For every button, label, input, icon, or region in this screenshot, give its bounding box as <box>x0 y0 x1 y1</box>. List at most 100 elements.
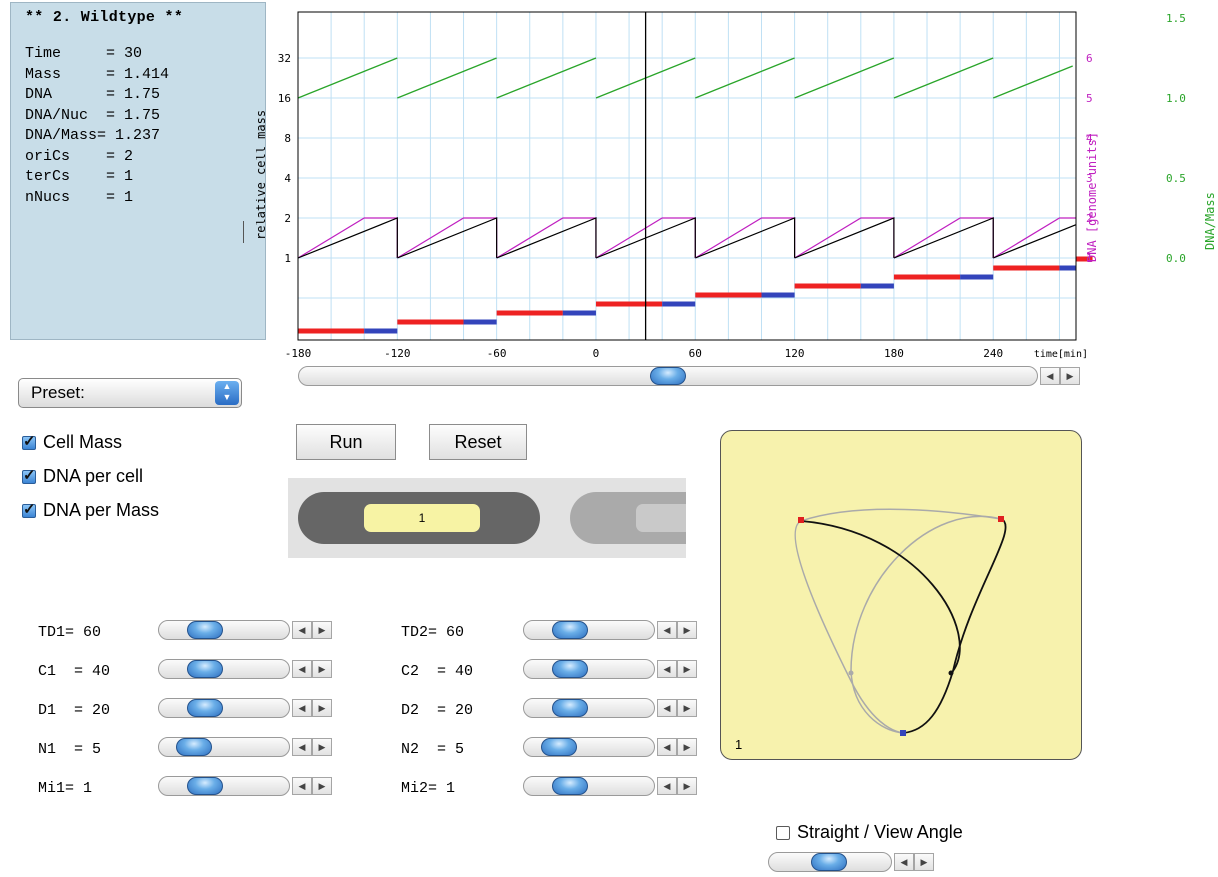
param-c1-slider-thumb[interactable] <box>187 660 223 678</box>
slider-right-arrow-icon[interactable]: ▶ <box>312 699 332 717</box>
time-slider-thumb[interactable] <box>650 367 686 385</box>
checkbox-label: Cell Mass <box>43 432 123 452</box>
slider-left-arrow-icon[interactable]: ◀ <box>1040 367 1060 385</box>
x-tick-label: -180 <box>285 347 312 360</box>
y-left-tick-label: 32 <box>278 52 291 65</box>
param-d2-slider-track[interactable] <box>523 698 655 718</box>
time-chart: -180 -120 -60 0 60 120 180 240 time[min] 1 2 4 8 16 32… <box>256 11 1217 360</box>
param-td2-slider-track[interactable] <box>523 620 655 640</box>
checkbox-checked-icon[interactable] <box>22 466 36 484</box>
slider-left-arrow-icon[interactable]: ◀ <box>292 699 312 717</box>
param-td2-slider-thumb[interactable] <box>552 621 588 639</box>
y-left-tick-label: 1 <box>284 252 291 265</box>
slider-left-arrow-icon[interactable]: ◀ <box>292 621 312 639</box>
param-c2-slider-thumb[interactable] <box>552 660 588 678</box>
x-tick-label: 0 <box>593 347 600 360</box>
view-angle-slider-thumb[interactable] <box>810 853 847 871</box>
param-d2-slider-thumb[interactable] <box>552 699 588 717</box>
slider-left-arrow-icon[interactable]: ◀ <box>292 777 312 795</box>
checkbox-label: Straight / View Angle <box>797 822 963 842</box>
param-mi1-slider[interactable]: ◀ ▶ <box>158 774 336 798</box>
param-n1-slider-thumb[interactable] <box>175 738 212 756</box>
replication-fork <box>948 670 954 676</box>
checkbox-dna-per-mass[interactable]: DNA per Mass <box>22 500 159 521</box>
param-d1-slider-track[interactable] <box>158 698 290 718</box>
slider-left-arrow-icon[interactable]: ◀ <box>657 699 677 717</box>
param-c1-slider[interactable]: ◀ ▶ <box>158 657 336 681</box>
checkbox-checked-icon[interactable] <box>22 432 36 450</box>
param-mi1-slider-track[interactable] <box>158 776 290 796</box>
checkbox-cell-mass[interactable]: Cell Mass <box>22 432 122 453</box>
checkbox-straight[interactable]: Straight / View Angle <box>776 822 963 843</box>
param-n2-slider-thumb[interactable] <box>540 738 577 756</box>
slider-left-arrow-icon[interactable]: ◀ <box>894 853 914 871</box>
slider-right-arrow-icon[interactable]: ▶ <box>1060 367 1080 385</box>
slider-right-arrow-icon[interactable]: ▶ <box>312 660 332 678</box>
param-td1-slider-track[interactable] <box>158 620 290 640</box>
slider-right-arrow-icon[interactable]: ▶ <box>312 738 332 756</box>
slider-left-arrow-icon[interactable]: ◀ <box>657 660 677 678</box>
chromosome-diagram <box>794 508 1007 736</box>
info-row: terCs = 1 <box>25 168 134 185</box>
info-row: nNucs = 1 <box>25 188 134 206</box>
y-right-tick-label: 5 <box>1086 92 1093 105</box>
slider-right-arrow-icon[interactable]: ▶ <box>677 738 697 756</box>
param-n2-slider[interactable]: ◀ ▶ <box>523 735 701 759</box>
y-right-axis-label: DNA [genome units] <box>1085 132 1099 262</box>
x-tick-label: -120 <box>384 347 411 360</box>
run-button[interactable]: Run <box>296 424 396 460</box>
x-tick-label: 180 <box>884 347 904 360</box>
nucleoid-next <box>636 504 686 532</box>
checkbox-checked-icon[interactable] <box>22 500 36 518</box>
param-n1-slider[interactable]: ◀ ▶ <box>158 735 336 759</box>
param-c1-slider-track[interactable] <box>158 659 290 679</box>
param-c2-slider-track[interactable] <box>523 659 655 679</box>
param-td1-label: TD1= 60 <box>38 624 102 641</box>
time-slider[interactable]: ◀ ▶ <box>298 364 1084 388</box>
param-mi2-slider-track[interactable] <box>523 776 655 796</box>
slider-right-arrow-icon[interactable]: ▶ <box>677 660 697 678</box>
slider-left-arrow-icon[interactable]: ◀ <box>292 738 312 756</box>
slider-left-arrow-icon[interactable]: ◀ <box>292 660 312 678</box>
nucleoid: 1 <box>364 504 480 532</box>
view-angle-slider[interactable]: ◀ ▶ <box>768 850 938 874</box>
text-cursor <box>243 221 244 243</box>
param-d1-slider[interactable]: ◀ ▶ <box>158 696 336 720</box>
x-tick-label: 60 <box>689 347 702 360</box>
slider-right-arrow-icon[interactable]: ▶ <box>677 621 697 639</box>
param-td1-slider[interactable]: ◀ ▶ <box>158 618 336 642</box>
param-mi1-slider-thumb[interactable] <box>187 777 223 795</box>
slider-left-arrow-icon[interactable]: ◀ <box>657 621 677 639</box>
checkbox-dna-per-cell[interactable]: DNA per cell <box>22 466 143 487</box>
slider-left-arrow-icon[interactable]: ◀ <box>657 777 677 795</box>
reset-button[interactable]: Reset <box>429 424 527 460</box>
checkbox-unchecked-icon[interactable] <box>776 825 790 840</box>
info-row: Mass = 1.414 <box>25 65 170 83</box>
x-tick-label: -60 <box>487 347 507 360</box>
select-stepper-icon[interactable]: ▲ ▼ <box>215 381 239 405</box>
param-mi2-slider-thumb[interactable] <box>552 777 588 795</box>
slider-right-arrow-icon[interactable]: ▶ <box>312 777 332 795</box>
checkbox-label: DNA per cell <box>43 466 144 486</box>
slider-right-arrow-icon[interactable]: ▶ <box>914 853 934 871</box>
chromosome-strand-light <box>794 520 904 734</box>
slider-right-arrow-icon[interactable]: ▶ <box>677 777 697 795</box>
slider-right-arrow-icon[interactable]: ▶ <box>677 699 697 717</box>
chromosome-strand-light <box>850 515 1002 734</box>
info-row: DNA/Nuc = 1.75 <box>25 106 161 124</box>
param-d2-slider[interactable]: ◀ ▶ <box>523 696 701 720</box>
chromosome-strand-light <box>800 508 1002 522</box>
slider-left-arrow-icon[interactable]: ◀ <box>657 738 677 756</box>
param-mi2-slider[interactable]: ◀ ▶ <box>523 774 701 798</box>
param-td2-slider[interactable]: ◀ ▶ <box>523 618 701 642</box>
param-d2-label: D2 = 20 <box>401 702 474 719</box>
info-panel: ** 2. Wildtype ** Time = 30 Mass = 1.414… <box>10 2 266 340</box>
slider-right-arrow-icon[interactable]: ▶ <box>312 621 332 639</box>
param-c2-slider[interactable]: ◀ ▶ <box>523 657 701 681</box>
cell-view: 1 <box>288 478 686 558</box>
preset-select[interactable]: Preset: ▲ ▼ <box>18 378 242 408</box>
param-d1-slider-thumb[interactable] <box>187 699 223 717</box>
x-tick-label: 120 <box>785 347 805 360</box>
y-left-tick-label: 4 <box>284 172 291 185</box>
param-td1-slider-thumb[interactable] <box>187 621 223 639</box>
